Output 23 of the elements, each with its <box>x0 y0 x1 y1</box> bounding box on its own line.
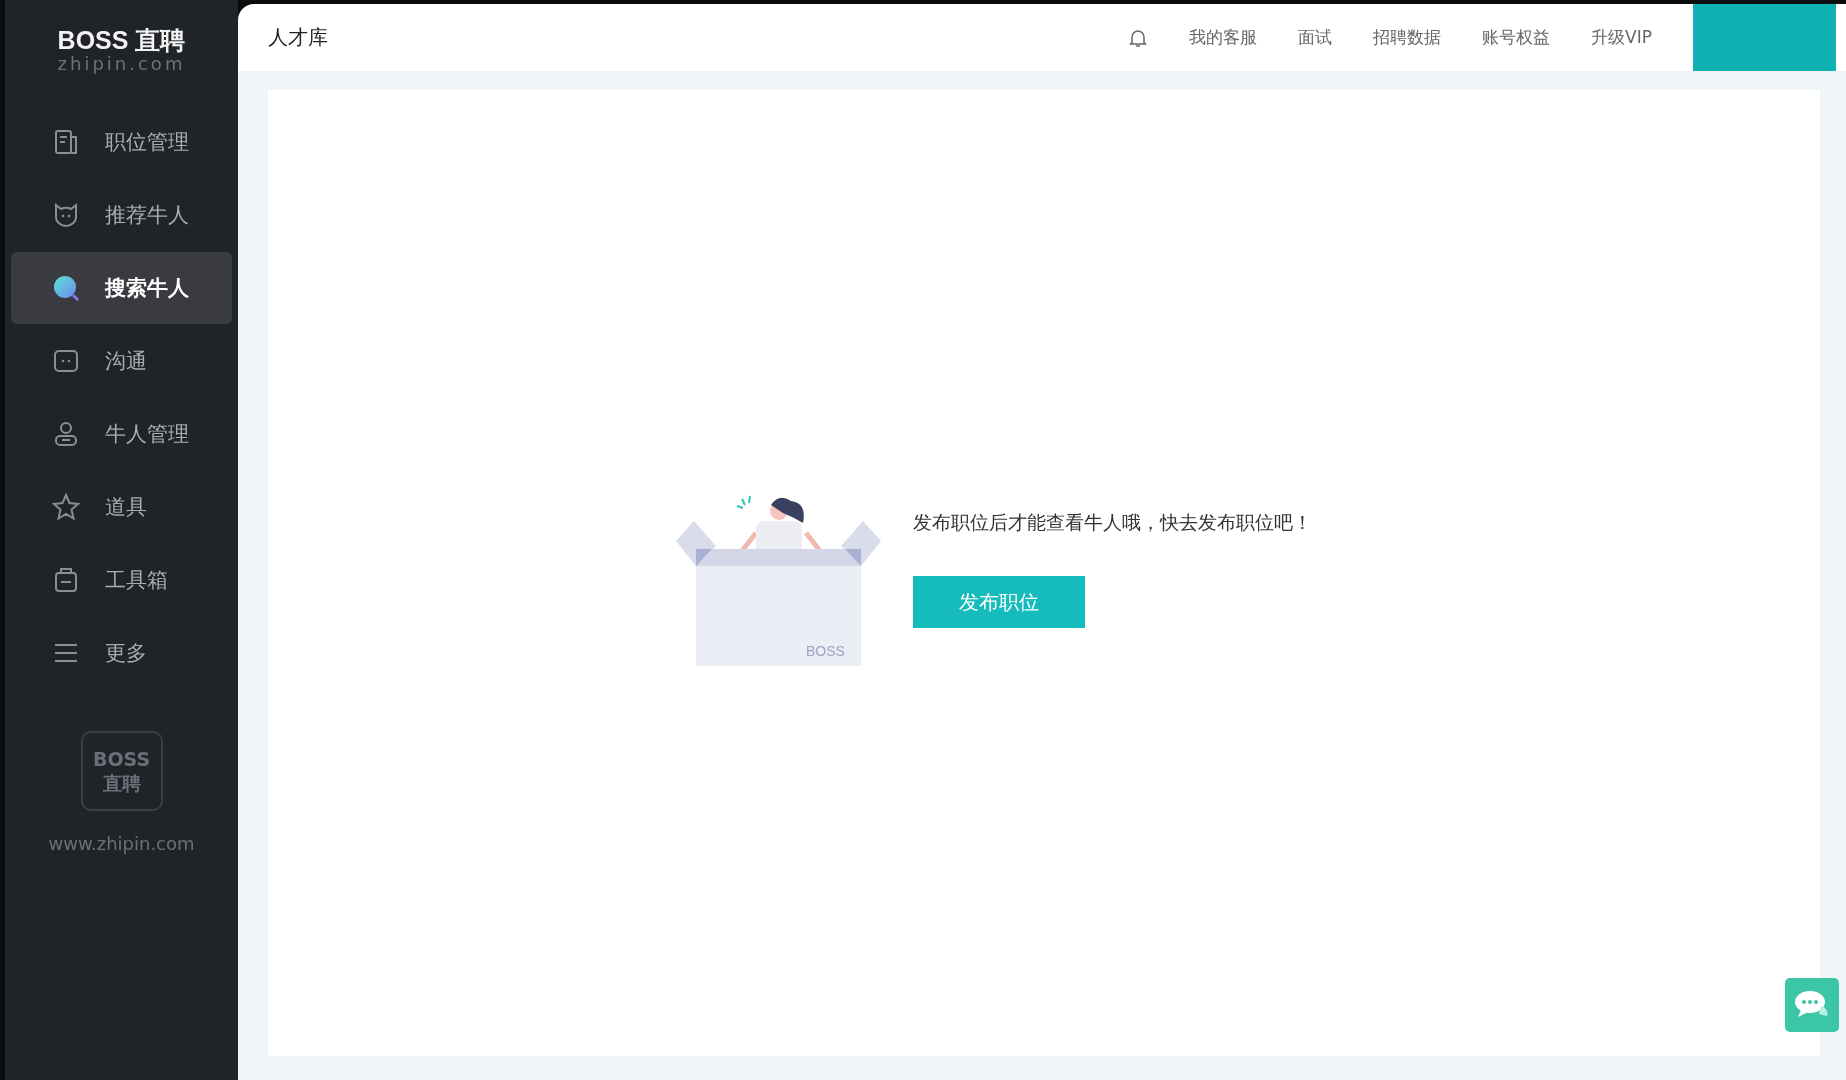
header-link[interactable]: 面试 <box>1298 26 1333 49</box>
empty-message: 发布职位后才能查看牛人哦，快去发布职位吧！ <box>913 510 1312 535</box>
sidebar-item[interactable]: 搜索牛人 <box>11 252 232 324</box>
page-title: 人才库 <box>268 24 329 51</box>
search-icon <box>51 273 81 303</box>
logo-domain: zhipin.com <box>57 54 186 74</box>
header-link[interactable]: 招聘数据 <box>1373 26 1442 49</box>
chat-bubble-icon[interactable] <box>1785 978 1839 1032</box>
header-link[interactable]: 我的客服 <box>1189 26 1258 49</box>
sidebar-item[interactable]: 道具 <box>11 471 232 543</box>
box-label: BOSS <box>806 642 845 659</box>
header-link[interactable]: 升级VIP <box>1591 26 1652 49</box>
header-link[interactable]: 账号权益 <box>1482 26 1551 49</box>
sidebar-item[interactable]: 工具箱 <box>11 544 232 616</box>
sidebar-item[interactable]: 沟通 <box>11 325 232 397</box>
sidebar-item[interactable]: 更多 <box>11 617 232 689</box>
watermark-logo: BOSS 直聘 <box>80 731 163 811</box>
brand-logo: BOSS 直聘 <box>57 26 186 54</box>
sidebar-item[interactable]: 推荐牛人 <box>11 179 232 251</box>
star-icon <box>51 492 81 522</box>
site-url: www.zhipin.com <box>48 833 195 854</box>
sidebar-item[interactable]: 牛人管理 <box>11 398 232 470</box>
sidebar-item[interactable]: 职位管理 <box>11 106 232 178</box>
